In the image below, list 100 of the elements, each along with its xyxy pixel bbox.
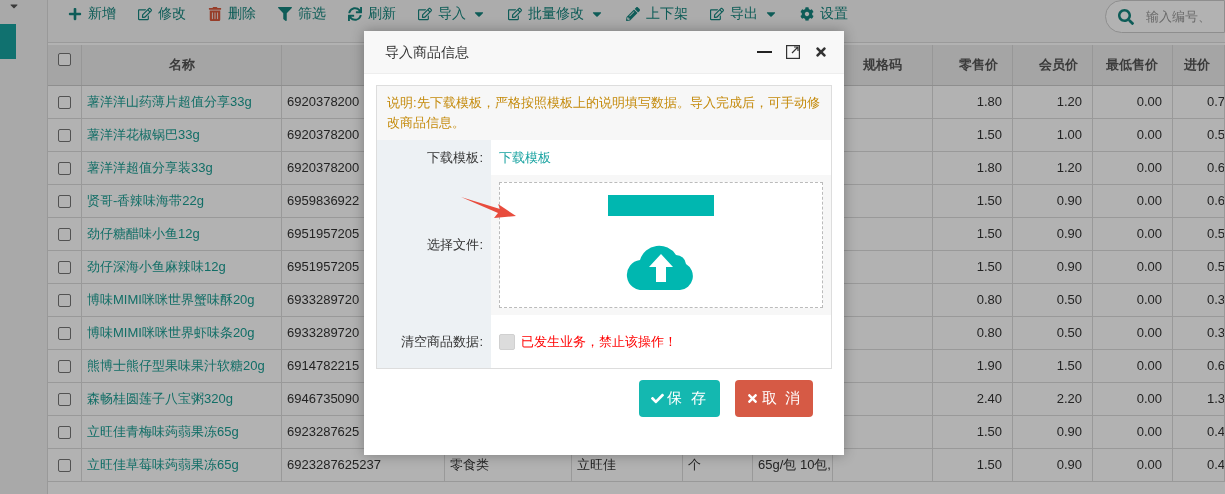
table-cell-text: 1.50 (976, 225, 1002, 244)
product-link[interactable]: 薯洋洋超值分享装33g (87, 158, 213, 178)
product-link[interactable]: 贤哥-香辣味海带22g (87, 191, 205, 211)
table-cell-text: 0.3 (1207, 291, 1224, 310)
table-cell-text: 6951957205 (287, 258, 360, 277)
checkbox[interactable] (58, 227, 71, 241)
table-cell-text: 6920378200 (287, 93, 360, 112)
toolbar-button[interactable]: 批量修改 (508, 3, 604, 24)
table-cell-text: 6920378200 (287, 126, 360, 145)
column-header[interactable]: 最低售价 (1106, 55, 1158, 75)
table-cell-text: 0.6 (1207, 357, 1224, 376)
product-link[interactable]: 博味MIMI咪咪世界蟹味酥20g (87, 290, 255, 310)
table-cell-text: 0.00 (1136, 357, 1162, 376)
table-cell-text: 1.20 (1056, 93, 1082, 112)
table-cell-text: 0.00 (1136, 324, 1162, 343)
plus-icon (68, 6, 82, 21)
checkbox[interactable] (58, 425, 71, 439)
refresh-icon (348, 6, 362, 21)
product-link[interactable]: 立旺佳草莓味蒟蒻果冻65g (87, 455, 239, 475)
search-input[interactable]: 输入编号、 (1146, 6, 1216, 27)
table-cell-text: 1.50 (1056, 357, 1082, 376)
toolbar-button[interactable]: 刷新 (348, 3, 396, 24)
table-cell-text: 0.00 (1136, 159, 1162, 178)
checkbox[interactable] (58, 326, 71, 340)
product-link[interactable]: 劲仔糖醋味小鱼12g (87, 224, 200, 244)
table-cell-text: 1.50 (976, 192, 1002, 211)
checkbox[interactable] (58, 128, 71, 142)
toolbar-button[interactable]: 修改 (138, 3, 186, 24)
table-cell-text: 6933289720 (287, 324, 360, 343)
table-cell-text: 1.90 (976, 357, 1002, 376)
table-cell-text: 0.5 (1207, 225, 1224, 244)
table-cell-text: 0.80 (976, 291, 1002, 310)
table-cell-text: 0.00 (1136, 456, 1162, 475)
table-cell-text: 0.00 (1136, 258, 1162, 277)
table-cell-text: 6946735090 (287, 390, 360, 409)
checkbox[interactable] (58, 53, 71, 66)
toolbar-button[interactable]: 导入 (418, 3, 486, 24)
toolbar-button[interactable]: 新增 (68, 3, 116, 24)
toolbar-button[interactable]: 筛选 (278, 3, 326, 24)
warning-text: 已发生业务，禁止该操作！ (521, 332, 677, 351)
table-cell-text: 0.90 (1056, 258, 1082, 277)
toolbar-button[interactable]: 删除 (208, 3, 256, 24)
table-cell-text: 1.50 (976, 456, 1002, 475)
download-link[interactable]: 下载模板 (499, 147, 551, 168)
table-cell-text: 0.4 (1207, 423, 1224, 442)
checkbox[interactable] (58, 260, 71, 274)
close-icon (745, 392, 759, 405)
maximize-icon[interactable] (786, 45, 800, 59)
product-link[interactable]: 薯洋洋花椒锅巴33g (87, 125, 200, 145)
product-link[interactable]: 劲仔深海小鱼麻辣味12g (87, 257, 226, 277)
table-cell-text: 0.00 (1136, 93, 1162, 112)
edit-icon (508, 6, 522, 21)
filter-icon (278, 6, 292, 21)
save-button[interactable]: 保 存 (639, 380, 720, 417)
checkbox[interactable] (58, 194, 71, 208)
product-link[interactable]: 森畅桂圆莲子八宝粥320g (87, 389, 233, 409)
table-cell-text: 0.6 (1207, 159, 1224, 178)
table-cell-text: 1.00 (1056, 126, 1082, 145)
field-label: 选择文件: (427, 236, 483, 255)
column-header[interactable]: 规格码 (863, 55, 902, 75)
search-icon (1118, 8, 1134, 25)
table-cell-text: 0.00 (1136, 423, 1162, 442)
check-icon (651, 392, 665, 405)
table-cell-text: 6933289720 (287, 291, 360, 310)
file-drop-zone[interactable] (499, 182, 823, 308)
table-cell-text: 0.00 (1136, 192, 1162, 211)
search-field[interactable]: 输入编号、 (1105, 0, 1225, 33)
table-cell-text: 0.7 (1207, 93, 1224, 112)
checkbox[interactable] (58, 458, 71, 472)
edit-icon (138, 6, 152, 21)
toolbar-button[interactable]: 导出 (710, 3, 778, 24)
product-link[interactable]: 熊博士熊仔型果味果汁软糖20g (87, 356, 265, 376)
product-link[interactable]: 薯洋洋山药薄片超值分享33g (87, 92, 252, 112)
column-header[interactable]: 名称 (168, 55, 195, 75)
trash-icon (208, 6, 222, 21)
checkbox[interactable] (58, 293, 71, 307)
checkbox[interactable] (58, 161, 71, 175)
column-header[interactable]: 进价 (1184, 55, 1210, 75)
table-cell-text: 1.50 (976, 423, 1002, 442)
product-link[interactable]: 立旺佳青梅味蒟蒻果冻65g (87, 422, 239, 442)
close-icon[interactable] (814, 45, 828, 59)
table-cell-text: 6923287625237 (287, 456, 381, 475)
field-label: 清空商品数据: (401, 332, 483, 351)
checkbox[interactable] (58, 95, 71, 109)
toolbar-button[interactable]: 上下架 (626, 3, 688, 24)
field-label: 下载模板: (427, 148, 483, 167)
toolbar-button[interactable]: 设置 (800, 3, 848, 24)
cancel-button[interactable]: 取 消 (735, 380, 813, 417)
checkbox[interactable] (58, 359, 71, 373)
arrow-drawing (460, 196, 518, 220)
table-cell-text: 6951957205 (287, 225, 360, 244)
table-cell-text: 6914782215 (287, 357, 360, 376)
table-cell-text: 1.50 (976, 126, 1002, 145)
table-cell-text: 个 (688, 456, 701, 475)
column-header[interactable]: 会员价 (1039, 55, 1078, 75)
column-header[interactable]: 零售价 (959, 55, 998, 75)
checkbox[interactable] (58, 392, 71, 406)
table-cell-text: 1.80 (976, 159, 1002, 178)
table-cell-text: 6920378200 (287, 159, 360, 178)
product-link[interactable]: 博味MIMI咪咪世界虾味条20g (87, 323, 255, 343)
